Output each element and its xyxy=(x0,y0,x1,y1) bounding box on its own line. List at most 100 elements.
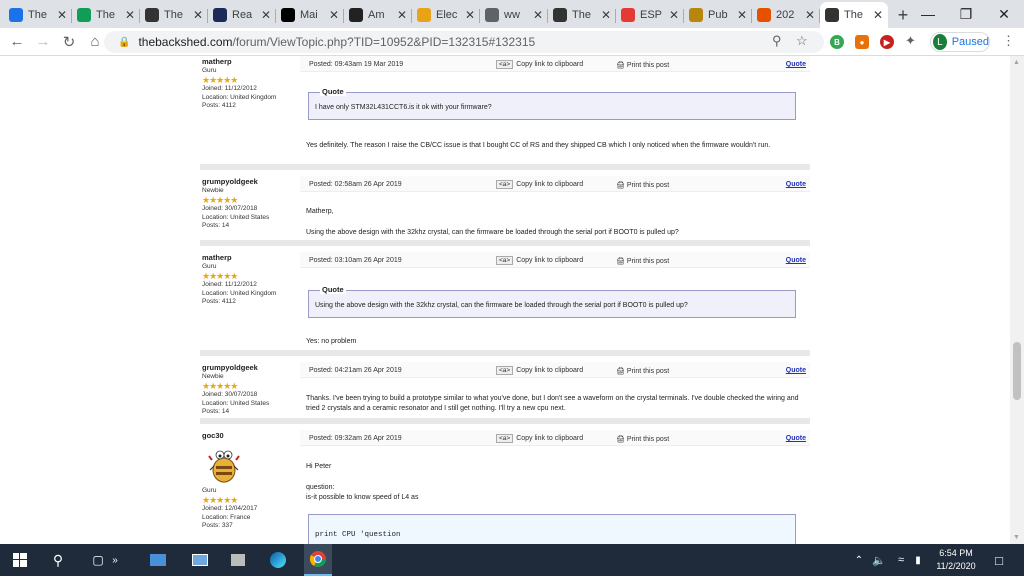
browser-tab[interactable]: The ✕ xyxy=(820,2,888,28)
chrome-browser-icon[interactable] xyxy=(304,544,332,576)
close-tab-icon[interactable]: ✕ xyxy=(873,8,883,22)
back-arrow-icon[interactable]: ← xyxy=(4,29,30,55)
browser-tab[interactable]: Pub ✕ xyxy=(684,2,752,28)
author-name[interactable]: matherp xyxy=(202,57,302,67)
address-bar[interactable]: 🔒 thebackshed.com/forum/ViewTopic.php?TI… xyxy=(104,31,824,53)
browser-tab[interactable]: The ✕ xyxy=(548,2,616,28)
link-tag-icon: <a> xyxy=(496,60,514,69)
start-windows-icon[interactable] xyxy=(8,544,32,576)
chevron-right-icon[interactable]: » xyxy=(108,544,122,576)
close-tab-icon[interactable]: ✕ xyxy=(737,8,747,22)
vertical-scrollbar[interactable]: ▲ ▼ xyxy=(1010,56,1024,544)
browser-tab[interactable]: The ✕ xyxy=(140,2,208,28)
copy-link-button[interactable]: <a> Copy link to clipboard xyxy=(496,180,583,189)
author-name[interactable]: matherp xyxy=(202,253,302,263)
scroll-up-icon[interactable]: ▲ xyxy=(1013,59,1020,66)
maximize-button[interactable]: ❐ xyxy=(946,0,986,28)
close-tab-icon[interactable]: ✕ xyxy=(125,8,135,22)
menu-icon[interactable]: ⋮ xyxy=(1002,33,1015,49)
print-post-button[interactable]: 🖨 Print this post xyxy=(616,257,669,265)
close-tab-icon[interactable]: ✕ xyxy=(669,8,679,22)
taskbar-window-icon[interactable] xyxy=(188,544,212,576)
close-window-button[interactable]: ✕ xyxy=(984,0,1024,28)
browser-tab[interactable]: Mai ✕ xyxy=(276,2,344,28)
amazon-icon xyxy=(349,8,363,22)
copy-link-label: Copy link to clipboard xyxy=(516,435,584,442)
forward-arrow-icon[interactable]: → xyxy=(30,29,56,55)
notifications-icon[interactable]: □ xyxy=(990,544,1008,576)
close-tab-icon[interactable]: ✕ xyxy=(193,8,203,22)
wifi-icon[interactable]: ≈ xyxy=(892,544,910,576)
rank-stars-icon: ★★★★★ xyxy=(202,271,238,281)
bag-icon xyxy=(417,8,431,22)
volume-icon[interactable]: 🔈 xyxy=(870,544,888,576)
close-tab-icon[interactable]: ✕ xyxy=(805,8,815,22)
puppy-icon xyxy=(689,8,703,22)
extension-shield-icon[interactable]: ● xyxy=(855,35,869,49)
quote-link[interactable]: Quote xyxy=(786,181,806,188)
task-view-icon[interactable]: ▢ xyxy=(86,544,110,576)
reload-icon[interactable]: ↻ xyxy=(56,29,82,55)
quote-link[interactable]: Quote xyxy=(786,257,806,264)
link-tag-icon: <a> xyxy=(496,366,514,375)
bookmark-star-icon[interactable]: ☆ xyxy=(796,33,808,49)
page-content: matherp Guru ★★★★★ Joined: 11/12/2012 Lo… xyxy=(0,56,1010,544)
print-post-button[interactable]: 🖨 Print this post xyxy=(616,435,669,443)
scroll-down-icon[interactable]: ▼ xyxy=(1013,534,1020,541)
author-name[interactable]: goc30 xyxy=(202,431,302,441)
quote-link[interactable]: Quote xyxy=(786,61,806,68)
author-name[interactable]: grumpyoldgeek xyxy=(202,177,302,187)
browser-tab[interactable]: 202 ✕ xyxy=(752,2,820,28)
copy-link-button[interactable]: <a> Copy link to clipboard xyxy=(496,60,583,69)
quote-heading: Quote xyxy=(320,285,346,294)
print-post-button[interactable]: 🖨 Print this post xyxy=(616,61,669,69)
close-tab-icon[interactable]: ✕ xyxy=(601,8,611,22)
author-location: Location: United States xyxy=(202,399,270,407)
taskbar-network-app-icon[interactable] xyxy=(226,544,250,576)
close-tab-icon[interactable]: ✕ xyxy=(465,8,475,22)
quote-heading: Quote xyxy=(320,87,346,96)
tray-chevron-up-icon[interactable]: ⌃ xyxy=(852,544,866,576)
close-tab-icon[interactable]: ✕ xyxy=(397,8,407,22)
post-date: Posted: 02:58am 26 Apr 2019 xyxy=(309,181,402,188)
post: grumpyoldgeek Newbie ★★★★★ Joined: 30/07… xyxy=(200,362,810,424)
author-info: matherp Guru ★★★★★ Joined: 11/12/2012 Lo… xyxy=(202,57,302,111)
minimize-button[interactable]: — xyxy=(908,0,948,28)
taskbar-app-icon[interactable] xyxy=(146,544,170,576)
author-posts: Posts: 14 xyxy=(202,222,230,229)
close-tab-icon[interactable]: ✕ xyxy=(533,8,543,22)
extension-play-icon[interactable]: ▶ xyxy=(880,35,894,49)
browser-tab[interactable]: The ✕ xyxy=(72,2,140,28)
battery-icon[interactable]: ▮ xyxy=(910,544,926,576)
browser-tab[interactable]: The ✕ xyxy=(4,2,72,28)
code-box: print CPU 'question xyxy=(308,514,796,544)
browser-tab[interactable]: Rea ✕ xyxy=(208,2,276,28)
copy-link-button[interactable]: <a> Copy link to clipboard xyxy=(496,366,583,375)
browser-tab[interactable]: ww ✕ xyxy=(480,2,548,28)
author-name[interactable]: grumpyoldgeek xyxy=(202,363,302,373)
browser-tab[interactable]: Am ✕ xyxy=(344,2,412,28)
close-tab-icon[interactable]: ✕ xyxy=(57,8,67,22)
search-icon[interactable]: ⚲ xyxy=(46,544,70,576)
copy-link-button[interactable]: <a> Copy link to clipboard xyxy=(496,434,583,443)
extension-b-icon[interactable]: B xyxy=(830,35,844,49)
post-header: Posted: 04:21am 26 Apr 2019 <a> Copy link… xyxy=(300,362,810,378)
quote-link[interactable]: Quote xyxy=(786,435,806,442)
browser-tab[interactable]: Elec ✕ xyxy=(412,2,480,28)
quote-link[interactable]: Quote xyxy=(786,367,806,374)
print-post-button[interactable]: 🖨 Print this post xyxy=(616,367,669,375)
close-tab-icon[interactable]: ✕ xyxy=(329,8,339,22)
profile-button[interactable]: L Paused xyxy=(930,32,990,52)
rank-stars-icon: ★★★★★ xyxy=(202,495,238,505)
extensions-puzzle-icon[interactable]: ✦ xyxy=(905,33,916,49)
edge-browser-icon[interactable] xyxy=(266,544,290,576)
print-post-button[interactable]: 🖨 Print this post xyxy=(616,181,669,189)
system-clock[interactable]: 6:54 PM 11/2/2020 xyxy=(928,547,984,573)
copy-link-button[interactable]: <a> Copy link to clipboard xyxy=(496,256,583,265)
browser-tab[interactable]: ESP ✕ xyxy=(616,2,684,28)
scrollbar-thumb[interactable] xyxy=(1013,342,1021,400)
url-path: /forum/ViewTopic.php?TID=10952&PID=13231… xyxy=(232,35,536,49)
tbs-icon xyxy=(825,8,839,22)
zoom-icon[interactable]: ⚲ xyxy=(772,33,782,49)
close-tab-icon[interactable]: ✕ xyxy=(261,8,271,22)
